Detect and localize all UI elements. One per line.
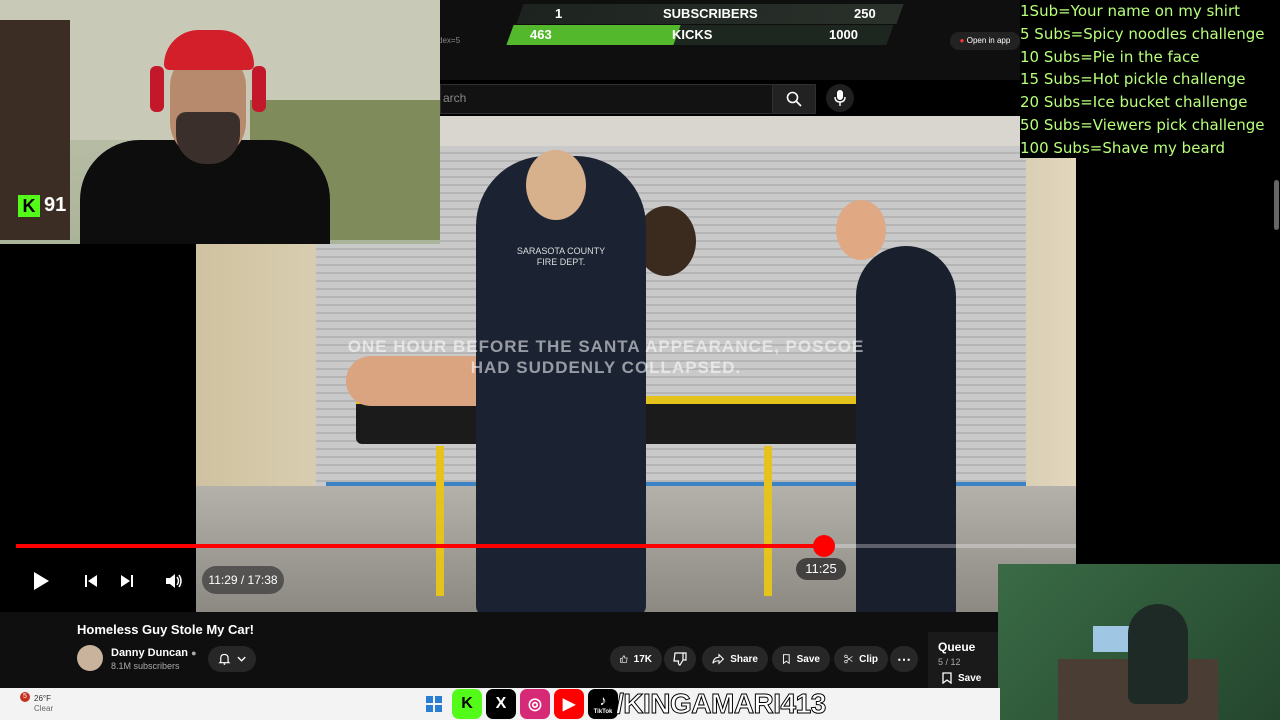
play-icon — [34, 572, 49, 590]
x-icon: X — [486, 689, 516, 719]
more-icon: ⋯ — [897, 650, 911, 667]
thumbs-up-icon — [620, 655, 628, 663]
viewer-count: 91 — [44, 194, 67, 216]
queue-title: Queue — [938, 640, 976, 654]
sub-goal-item: 50 Subs=Viewers pick challenge — [1020, 115, 1265, 134]
like-count: 17K — [633, 653, 652, 665]
sub-goal-item: 1Sub=Your name on my shirt — [1020, 2, 1241, 20]
player-letterbox — [0, 244, 196, 612]
volume-button[interactable] — [162, 570, 186, 592]
more-actions-button[interactable]: ⋯ — [890, 646, 918, 672]
subscribers-target: 250 — [854, 6, 876, 21]
kicks-current: 463 — [530, 27, 552, 42]
subscribers-label: SUBSCRIBERS — [663, 6, 758, 21]
scrubber-handle[interactable] — [813, 535, 835, 557]
channel-name-text: Danny Duncan — [111, 647, 189, 659]
windows-start-icon[interactable] — [426, 696, 442, 712]
open-in-app-button[interactable]: ● Open in app — [950, 32, 1020, 50]
notification-bell-button[interactable] — [208, 646, 256, 672]
progress-played — [16, 544, 824, 548]
queue-count: 5 / 12 — [938, 657, 961, 667]
sub-goal-item: 100 Subs=Shave my beard — [1020, 138, 1226, 157]
tiktok-glyph: ♪ — [599, 692, 607, 708]
kick-icon: K — [452, 689, 482, 719]
weather-description: Clear — [34, 704, 54, 713]
kicks-label: KICKS — [672, 27, 713, 42]
social-handle: /KINGAMARI413 — [616, 688, 827, 720]
search-button[interactable] — [772, 84, 816, 114]
youtube-icon: ▶ — [554, 689, 584, 719]
verified-icon: ● — [191, 648, 197, 658]
bookmark-icon — [942, 672, 952, 684]
queue-save-label: Save — [958, 672, 982, 684]
channel-name[interactable]: Danny Duncan ● — [111, 647, 197, 659]
headset-left — [150, 66, 164, 112]
instagram-icon: ◎ — [520, 689, 550, 719]
jacket-text: SARASOTA COUNTY FIRE DEPT. — [516, 246, 606, 267]
room-person — [1128, 604, 1188, 704]
time-display: 11:29 / 17:38 — [202, 566, 284, 594]
scissors-icon — [844, 654, 853, 664]
queue-save-button[interactable]: Save — [942, 672, 981, 684]
dislike-button[interactable] — [664, 646, 696, 672]
social-icons: K X ◎ ▶ ♪ TikTok — [452, 688, 618, 720]
url-fragment: dex=5 — [438, 36, 461, 45]
video-caption: ONE HOUR BEFORE THE SANTA APPEARANCE, PO… — [347, 337, 865, 377]
sub-goal-item: 10 Subs=Pie in the face — [1020, 47, 1200, 66]
skip-previous-icon — [85, 575, 97, 587]
video-title: Homeless Guy Stole My Car! — [77, 622, 254, 637]
tiktok-icon: ♪ TikTok — [588, 689, 618, 719]
subscribers-current: 1 — [555, 6, 563, 21]
weather-badge: 5 — [20, 692, 30, 702]
paramedic-left-head — [526, 150, 586, 220]
page-margin-right — [1076, 158, 1280, 564]
play-button[interactable] — [28, 568, 54, 594]
chevron-down-icon — [237, 656, 246, 662]
voice-search-button[interactable] — [826, 84, 854, 112]
sub-goal-item: 5 Subs=Spicy noodles challenge — [1020, 24, 1265, 43]
scrollbar-thumb[interactable] — [1274, 180, 1279, 230]
clip-label: Clip — [859, 653, 878, 665]
next-button[interactable] — [116, 570, 138, 592]
previous-button[interactable] — [80, 570, 102, 592]
kick-viewer-count: K 91 — [18, 194, 66, 217]
room-camera — [998, 564, 1280, 720]
volume-icon — [166, 574, 182, 588]
kicks-target: 1000 — [829, 27, 858, 42]
bookmark-icon — [782, 654, 790, 665]
search-icon — [786, 91, 802, 107]
channel-avatar[interactable] — [77, 645, 103, 671]
sub-goals-panel: 1Sub=Your name on my shirt 5 Subs=Spicy … — [1020, 0, 1280, 158]
open-in-app-label: Open in app — [966, 36, 1011, 45]
paramedic-right-head — [836, 200, 886, 260]
microphone-icon — [834, 90, 846, 106]
like-button[interactable]: 17K — [610, 646, 662, 672]
sub-goal-item: 15 Subs=Hot pickle challenge — [1020, 70, 1246, 89]
search-placeholder: arch — [443, 91, 467, 105]
share-icon — [712, 653, 725, 665]
save-label: Save — [796, 653, 820, 665]
skip-next-icon — [121, 575, 133, 587]
subscriber-count: 8.1M subscribers — [111, 661, 180, 671]
thumbs-down-icon — [673, 652, 687, 666]
save-button[interactable]: Save — [772, 646, 830, 672]
video-wall-right — [1026, 116, 1076, 496]
streamer-webcam: K 91 — [0, 0, 440, 244]
share-label: Share — [730, 653, 758, 665]
bell-icon — [218, 653, 231, 665]
sub-goal-item: 20 Subs=Ice bucket challenge — [1020, 93, 1248, 112]
tiktok-label: TikTok — [593, 709, 613, 715]
hover-time-tooltip: 11:25 — [796, 558, 846, 580]
search-input[interactable]: arch — [440, 84, 774, 114]
kick-logo-icon: K — [18, 194, 40, 217]
weather-temperature[interactable]: 26°F — [34, 694, 51, 703]
clip-button[interactable]: Clip — [834, 646, 888, 672]
share-button[interactable]: Share — [702, 646, 768, 672]
headset-right — [252, 66, 266, 112]
paramedic-right — [856, 246, 956, 612]
room-monitor — [1093, 626, 1133, 652]
